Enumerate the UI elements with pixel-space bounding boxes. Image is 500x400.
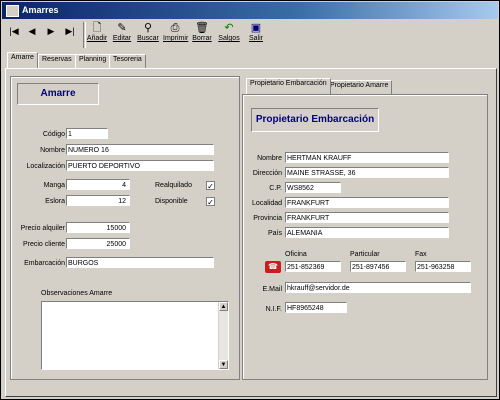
localizacion-field[interactable]: PUERTO DEPORTIVO [66,160,214,171]
application-window: Amarres |◀ ◀ ▶ ▶| 🗋 Añadir ✎ Editar ⚲ Bu… [0,0,500,400]
localizacion-label: Localización [26,163,65,170]
tab-reservas[interactable]: Reservas [38,54,76,68]
embarcacion-field[interactable]: BURGOS [66,257,214,268]
prop-localidad-label: Localidad [252,200,282,207]
particular-label: Particular [350,251,380,258]
codigo-field[interactable]: 1 [66,128,108,139]
amarre-group: Amarre Código 1 Nombre NUMERO 16 Localiz… [10,76,240,380]
toolbar: |◀ ◀ ▶ ▶| 🗋 Añadir ✎ Editar ⚲ Buscar ⎙ I… [3,20,497,50]
trash-icon: 🗑 [195,22,209,34]
eslora-label: Eslora [45,198,65,205]
edit-icon: ✎ [117,22,127,34]
prop-nombre-field[interactable]: HERTMAN KRAUFF [285,152,449,163]
last-record-button[interactable]: ▶| [63,26,77,40]
scroll-up-icon[interactable]: ▲ [219,302,228,311]
previous-record-button[interactable]: ◀ [25,26,39,40]
prop-direccion-label: Dirección [252,170,282,177]
next-record-button[interactable]: ▶ [44,26,58,40]
scroll-down-icon[interactable]: ▼ [219,360,228,369]
eslora-field[interactable]: 12 [66,195,130,206]
nombre-label: Nombre [40,147,65,154]
fax-field[interactable]: 251-963258 [415,261,471,272]
realquilado-label: Realquilado [155,182,192,189]
tab-propietario-amarre[interactable]: Propietario Amarre [326,80,393,94]
prop-email-label: E.Mail [262,286,282,293]
exit-door-icon: ▣ [250,22,262,34]
search-button[interactable]: ⚲ Buscar [136,21,160,49]
prop-pais-label: País [267,230,282,237]
app-icon [6,5,19,17]
prop-localidad-field[interactable]: FRANKFURT [285,197,449,208]
propietario-panel: Propietario Embarcación Nombre HERTMAN K… [242,94,488,380]
precio-alquiler-label: Precio alquiler [20,225,65,232]
tab-planning[interactable]: Planning [75,54,111,68]
precio-cliente-field[interactable]: 25000 [66,238,130,249]
prop-email-field[interactable]: hkrauff@servidor.de [285,282,471,293]
embarcacion-label: Embarcación [24,260,65,267]
prop-direccion-field[interactable]: MAINE STRASSE, 36 [285,167,449,178]
particular-field[interactable]: 251-897456 [350,261,406,272]
search-icon: ⚲ [143,22,153,34]
prop-nombre-label: Nombre [257,155,282,162]
exit-without-saving-button[interactable]: ↶ Salgos [217,21,241,49]
oficina-field[interactable]: 251-852369 [285,261,341,272]
new-document-icon: 🗋 [92,22,102,34]
add-button[interactable]: 🗋 Añadir [85,21,109,49]
fax-label: Fax [415,251,427,258]
realquilado-checkbox[interactable]: ✓ [206,181,215,191]
prop-provincia-field[interactable]: FRANKFURT [285,212,449,223]
close-button[interactable]: ▣ Salir [244,21,268,49]
tab-amarre[interactable]: Amarre [7,52,38,68]
prop-nif-field[interactable]: HF8965248 [285,302,347,313]
prop-provincia-label: Provincia [253,215,282,222]
undo-icon: ↶ [224,22,234,34]
tab-tesoreria[interactable]: Tesoreria [109,54,146,68]
first-record-button[interactable]: |◀ [7,26,21,40]
manga-label: Manga [43,182,65,189]
disponible-checkbox[interactable]: ✓ [206,197,215,207]
observaciones-scrollbar[interactable]: ▲ ▼ [218,302,228,369]
disponible-label: Disponible [155,198,188,205]
prop-cp-field[interactable]: WS8562 [285,182,341,193]
prop-cp-label: C.P. [269,185,282,192]
nombre-field[interactable]: NUMERO 16 [66,144,214,155]
precio-alquiler-field[interactable]: 15000 [66,222,130,233]
amarre-tab-panel: Amarre Código 1 Nombre NUMERO 16 Localiz… [5,68,497,397]
codigo-label: Código [42,131,65,138]
print-button[interactable]: ⎙ Imprimir [163,21,188,49]
manga-field[interactable]: 4 [66,179,130,190]
telephone-icon: ☎ [265,261,281,273]
title-bar: Amarres [2,2,498,19]
delete-button[interactable]: 🗑 Borrar [190,21,214,49]
observaciones-label: Observaciones Amarre [41,290,113,297]
amarre-header: Amarre [17,83,99,105]
printer-icon: ⎙ [170,22,180,34]
tab-propietario-embarcacion[interactable]: Propietario Embarcación [246,78,331,94]
prop-pais-field[interactable]: ALEMANIA [285,227,449,238]
edit-button[interactable]: ✎ Editar [110,21,134,49]
observaciones-textarea[interactable]: ▲ ▼ [41,301,229,370]
propietario-header: Propietario Embarcación [251,108,379,132]
prop-nif-label: N.I.F. [265,306,282,313]
window-title: Amarres [22,5,59,15]
precio-cliente-label: Precio cliente [22,241,65,248]
oficina-label: Oficina [285,251,307,258]
